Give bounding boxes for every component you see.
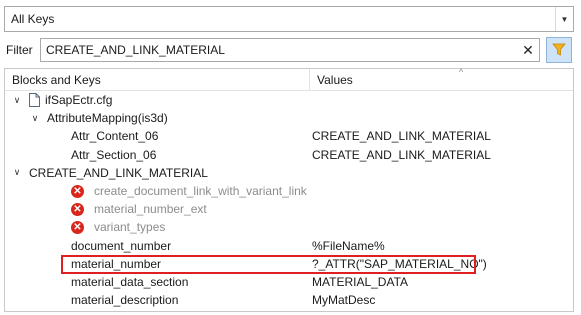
tree-row[interactable]: material_data_section MATERIAL_DATA: [5, 273, 573, 291]
keys-tree[interactable]: Blocks and Keys Values ^ ∨ ifSapEctr.cfg…: [4, 68, 574, 312]
tree-row[interactable]: material_number ?_ATTR("SAP_MATERIAL_NO"…: [5, 255, 573, 273]
error-icon: ✕: [71, 184, 84, 198]
row-value: MyMatDesc: [312, 293, 376, 308]
tree-node-block[interactable]: ∨ CREATE_AND_LINK_MATERIAL: [5, 164, 573, 182]
row-key: material_description: [71, 293, 179, 308]
filter-row: Filter CREATE_AND_LINK_MATERIAL ✕: [4, 37, 574, 63]
clear-icon[interactable]: ✕: [517, 42, 539, 59]
row-key: Attr_Section_06: [71, 147, 157, 162]
missing-key: create_document_link_with_variant_link: [94, 184, 307, 199]
error-icon: ✕: [71, 220, 84, 234]
row-value: ?_ATTR("SAP_MATERIAL_NO"): [312, 256, 487, 271]
filter-input[interactable]: CREATE_AND_LINK_MATERIAL ✕: [40, 38, 540, 62]
tree-row[interactable]: Attr_Section_06 CREATE_AND_LINK_MATERIAL: [5, 146, 573, 164]
sort-caret-icon: ^: [459, 68, 464, 77]
block-name: CREATE_AND_LINK_MATERIAL: [29, 165, 208, 180]
tree-header: Blocks and Keys Values ^: [5, 69, 573, 91]
column-header-values[interactable]: Values: [310, 69, 573, 91]
block-name: AttributeMapping(is3d): [47, 111, 168, 126]
chevron-down-icon[interactable]: ∨: [29, 113, 41, 124]
chevron-down-icon[interactable]: ∨: [11, 95, 23, 106]
row-key: material_data_section: [71, 274, 189, 289]
chevron-down-icon[interactable]: ▼: [555, 7, 573, 31]
row-value: CREATE_AND_LINK_MATERIAL: [312, 129, 491, 144]
row-value: %FileName%: [312, 238, 385, 253]
filter-input-value[interactable]: CREATE_AND_LINK_MATERIAL: [46, 43, 517, 57]
row-key: document_number: [71, 238, 172, 253]
tree-row-missing[interactable]: ✕ variant_types: [5, 218, 573, 236]
row-value: MATERIAL_DATA: [312, 274, 409, 289]
tree-row[interactable]: document_number %FileName%: [5, 237, 573, 255]
funnel-icon: [552, 43, 566, 56]
tree-row-missing[interactable]: ✕ material_number_ext: [5, 200, 573, 218]
tree-node-block[interactable]: ∨ AttributeMapping(is3d): [5, 109, 573, 127]
chevron-down-icon[interactable]: ∨: [11, 167, 23, 178]
filter-label: Filter: [6, 43, 33, 57]
tree-node-file[interactable]: ∨ ifSapEctr.cfg: [5, 91, 573, 109]
tree-row[interactable]: Attr_Content_06 CREATE_AND_LINK_MATERIAL: [5, 127, 573, 145]
key-scope-value: All Keys: [11, 12, 55, 26]
file-icon: [29, 93, 40, 108]
missing-key: material_number_ext: [94, 202, 207, 217]
row-key: material_number: [71, 256, 162, 271]
tree-row-missing[interactable]: ✕ create_document_link_with_variant_link: [5, 182, 573, 200]
key-scope-dropdown[interactable]: All Keys ▼: [4, 6, 574, 32]
row-value: CREATE_AND_LINK_MATERIAL: [312, 147, 491, 162]
filter-toggle-button[interactable]: [546, 37, 572, 63]
row-key: Attr_Content_06: [71, 129, 159, 144]
error-icon: ✕: [71, 202, 84, 216]
file-name: ifSapEctr.cfg: [45, 93, 113, 108]
column-header-keys[interactable]: Blocks and Keys: [5, 69, 310, 91]
tree-row[interactable]: material_description MyMatDesc: [5, 291, 573, 309]
missing-key: variant_types: [94, 220, 166, 235]
